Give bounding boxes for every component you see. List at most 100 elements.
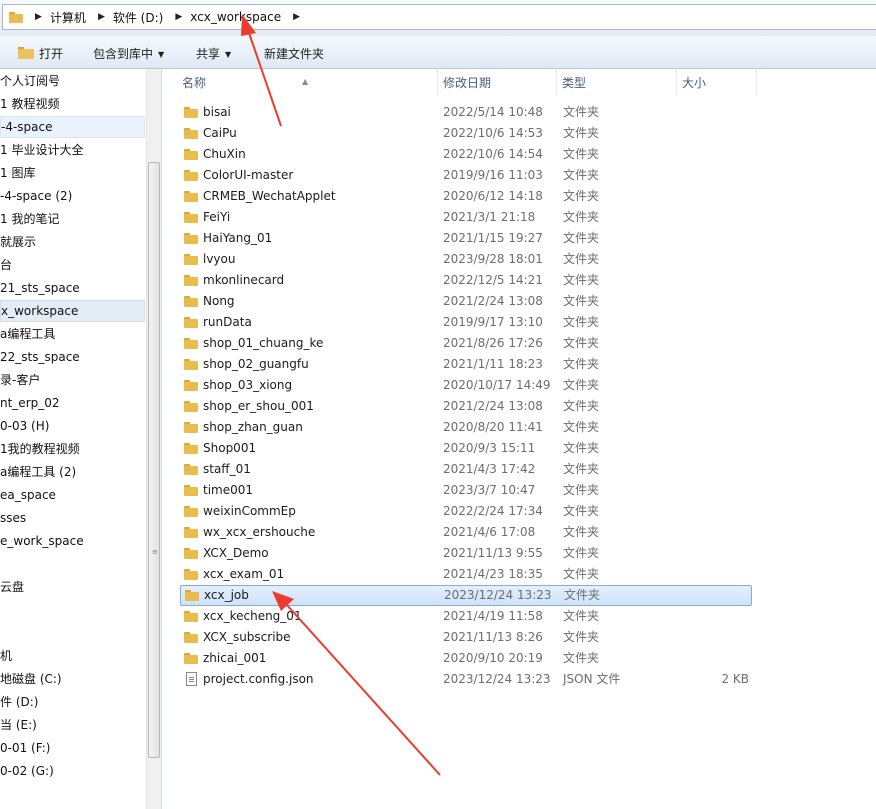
file-row[interactable]: shop_01_chuang_ke 2021/8/26 17:26 文件夹 xyxy=(180,333,752,354)
nav-item[interactable]: e_work_space xyxy=(0,530,145,552)
chevron-down-icon: ▼ xyxy=(225,50,232,59)
file-name: CRMEB_WechatApplet xyxy=(203,189,336,203)
nav-scrollbar[interactable]: ≡ xyxy=(146,69,161,809)
include-in-library-button[interactable]: 包含到库中 ▼ xyxy=(93,45,164,62)
folder-icon xyxy=(184,422,198,433)
chevron-right-icon[interactable]: ▶ xyxy=(293,12,300,22)
chevron-right-icon[interactable]: ▶ xyxy=(35,12,42,22)
file-row[interactable]: runData 2019/9/17 13:10 文件夹 xyxy=(180,312,752,333)
file-row[interactable]: CaiPu 2022/10/6 14:53 文件夹 xyxy=(180,123,752,144)
nav-item[interactable]: 22_sts_space xyxy=(0,346,145,368)
file-type: 文件夹 xyxy=(563,126,600,140)
chevron-right-icon[interactable]: ▶ xyxy=(98,12,105,22)
share-button[interactable]: 共享 ▼ xyxy=(196,45,231,62)
open-button[interactable]: 打开 xyxy=(39,45,63,62)
nav-item[interactable]: 1 教程视频 xyxy=(0,93,145,115)
nav-item[interactable]: 录-客户 xyxy=(0,369,145,391)
chevron-right-icon[interactable]: ▶ xyxy=(175,12,182,22)
file-type: 文件夹 xyxy=(563,483,600,497)
file-row[interactable]: zhicai_001 2020/9/10 20:19 文件夹 xyxy=(180,648,752,669)
file-type: 文件夹 xyxy=(563,525,600,539)
file-type: 文件夹 xyxy=(563,147,600,161)
navigation-pane[interactable]: 个人订阅号 1 教程视频 -4-space 1 毕业设计大全 1 图库 -4-space … xyxy=(0,69,162,809)
file-date: 2021/8/26 17:26 xyxy=(443,336,543,350)
file-row[interactable]: shop_er_shou_001 2021/2/24 13:08 文件夹 xyxy=(180,396,752,417)
file-row[interactable]: XCX_Demo 2021/11/13 9:55 文件夹 xyxy=(180,543,752,564)
column-header-size[interactable]: 大小 xyxy=(677,69,757,96)
nav-item[interactable]: -4-space xyxy=(0,116,145,138)
file-row[interactable]: ChuXin 2022/10/6 14:54 文件夹 xyxy=(180,144,752,165)
file-name: ColorUI-master xyxy=(203,168,294,182)
nav-item[interactable] xyxy=(0,599,145,621)
file-name: time001 xyxy=(203,483,254,497)
file-row[interactable]: Shop001 2020/9/3 15:11 文件夹 xyxy=(180,438,752,459)
nav-item[interactable]: 0-01 (F:) xyxy=(0,737,145,759)
file-name: mkonlinecard xyxy=(203,273,285,287)
file-name: XCX_Demo xyxy=(203,546,269,560)
nav-item[interactable]: 1 图库 xyxy=(0,162,145,184)
nav-item[interactable] xyxy=(0,622,145,644)
file-row[interactable]: FeiYi 2021/3/1 21:18 文件夹 xyxy=(180,207,752,228)
column-name-label: 名称 xyxy=(182,76,207,90)
nav-item[interactable]: x_workspace xyxy=(0,300,145,322)
nav-item[interactable]: 1 我的笔记 xyxy=(0,208,145,230)
nav-item[interactable]: 就展示 xyxy=(0,231,145,253)
nav-scrollbar-thumb[interactable]: ≡ xyxy=(148,162,160,758)
nav-item[interactable]: 1我的教程视频 xyxy=(0,438,145,460)
file-row[interactable]: HaiYang_01 2021/1/15 19:27 文件夹 xyxy=(180,228,752,249)
file-row[interactable]: xcx_kecheng_01 2021/4/19 11:58 文件夹 xyxy=(180,606,752,627)
file-type: 文件夹 xyxy=(563,210,600,224)
nav-item[interactable]: 云盘 xyxy=(0,576,145,598)
nav-item[interactable]: sses xyxy=(0,507,145,529)
file-list[interactable]: 名称 ▲ 修改日期 类型 大小 bisai 2022/5/14 10:48 文件夹 C… xyxy=(164,69,876,809)
nav-item[interactable]: a编程工具 (2) xyxy=(0,461,145,483)
nav-item[interactable]: nt_erp_02 xyxy=(0,392,145,414)
nav-item[interactable]: -4-space (2) xyxy=(0,185,145,207)
column-header-name[interactable]: 名称 ▲ xyxy=(164,69,438,96)
file-row[interactable]: Nong 2021/2/24 13:08 文件夹 xyxy=(180,291,752,312)
file-row[interactable]: xcx_exam_01 2021/4/23 18:35 文件夹 xyxy=(180,564,752,585)
nav-item[interactable]: 地磁盘 (C:) xyxy=(0,668,145,690)
file-row[interactable]: weixinCommEp 2022/2/24 17:34 文件夹 xyxy=(180,501,752,522)
nav-item[interactable]: 台 xyxy=(0,254,145,276)
nav-item[interactable] xyxy=(0,553,145,575)
nav-item[interactable]: 当 (E:) xyxy=(0,714,145,736)
breadcrumb-drive-d[interactable]: 软件 (D:) xyxy=(113,9,163,26)
file-name: Shop001 xyxy=(203,441,257,455)
file-row[interactable]: shop_02_guangfu 2021/1/11 18:23 文件夹 xyxy=(180,354,752,375)
file-row[interactable]: wx_xcx_ershouche 2021/4/6 17:08 文件夹 xyxy=(180,522,752,543)
nav-item[interactable]: 1 毕业设计大全 xyxy=(0,139,145,161)
file-date: 2023/12/24 13:23 xyxy=(444,588,552,602)
file-type: 文件夹 xyxy=(563,504,600,518)
nav-item[interactable]: 0-03 (H) xyxy=(0,415,145,437)
nav-item[interactable]: 21_sts_space xyxy=(0,277,145,299)
file-row[interactable]: time001 2023/3/7 10:47 文件夹 xyxy=(180,480,752,501)
address-bar[interactable]: ▶ 计算机 ▶ 软件 (D:) ▶ xcx_workspace ▶ xyxy=(2,4,876,30)
new-folder-button[interactable]: 新建文件夹 xyxy=(264,45,324,62)
file-row[interactable]: xcx_job 2023/12/24 13:23 文件夹 xyxy=(180,585,752,606)
file-row[interactable]: bisai 2022/5/14 10:48 文件夹 xyxy=(180,102,752,123)
nav-item[interactable]: 机 xyxy=(0,645,145,667)
folder-icon xyxy=(9,11,23,23)
file-date: 2021/11/13 9:55 xyxy=(443,546,543,560)
file-row[interactable]: CRMEB_WechatApplet 2020/6/12 14:18 文件夹 xyxy=(180,186,752,207)
file-row[interactable]: shop_03_xiong 2020/10/17 14:49 文件夹 xyxy=(180,375,752,396)
nav-item[interactable]: ea_space xyxy=(0,484,145,506)
file-type: 文件夹 xyxy=(563,105,600,119)
nav-item[interactable]: 件 (D:) xyxy=(0,691,145,713)
file-row[interactable]: mkonlinecard 2022/12/5 14:21 文件夹 xyxy=(180,270,752,291)
nav-item[interactable]: a编程工具 xyxy=(0,323,145,345)
column-header-date[interactable]: 修改日期 xyxy=(438,69,557,96)
nav-item[interactable]: 个人订阅号 xyxy=(0,70,145,92)
file-row[interactable]: ColorUI-master 2019/9/16 11:03 文件夹 xyxy=(180,165,752,186)
file-row[interactable]: project.config.json 2023/12/24 13:23 JSON … xyxy=(180,669,752,690)
file-row[interactable]: staff_01 2021/4/3 17:42 文件夹 xyxy=(180,459,752,480)
nav-item[interactable]: 0-02 (G:) xyxy=(0,760,145,782)
breadcrumb-xcx-workspace[interactable]: xcx_workspace xyxy=(190,10,281,24)
file-row[interactable]: shop_zhan_guan 2020/8/20 11:41 文件夹 xyxy=(180,417,752,438)
file-row[interactable]: lvyou 2023/9/28 18:01 文件夹 xyxy=(180,249,752,270)
column-header-type[interactable]: 类型 xyxy=(557,69,677,96)
file-type: 文件夹 xyxy=(563,546,600,560)
file-row[interactable]: XCX_subscribe 2021/11/13 8:26 文件夹 xyxy=(180,627,752,648)
breadcrumb-computer[interactable]: 计算机 xyxy=(50,9,86,26)
